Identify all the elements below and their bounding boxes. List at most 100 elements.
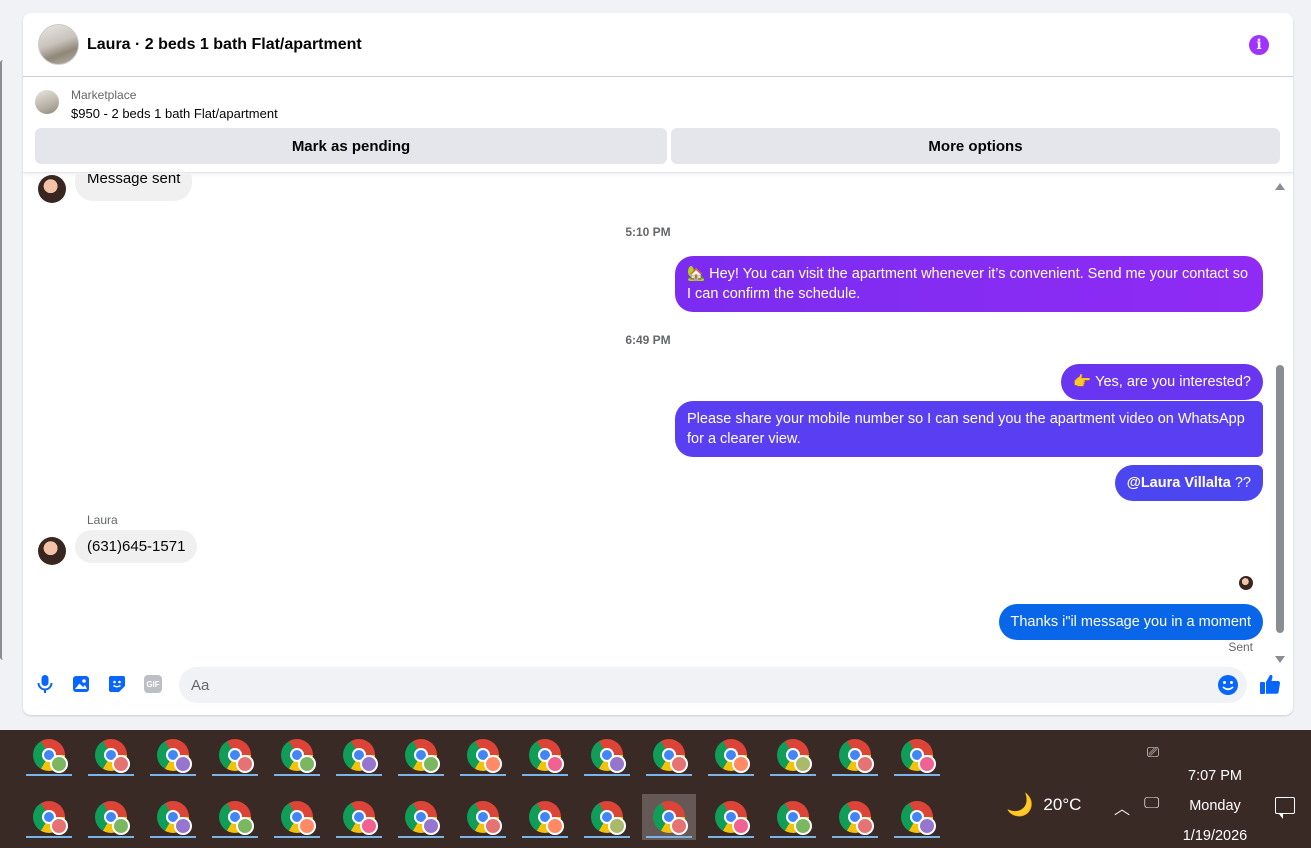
profile-badge-icon — [608, 817, 626, 835]
browser-window-icon[interactable] — [332, 732, 386, 778]
listing-avatar[interactable] — [38, 24, 79, 65]
open-window-indicator — [894, 774, 940, 776]
profile-badge-icon — [546, 755, 564, 773]
outgoing-message[interactable]: Thanks i"il message you in a moment — [998, 604, 1263, 640]
clock-day[interactable]: Monday — [1170, 798, 1260, 814]
browser-window-icon[interactable] — [518, 794, 572, 840]
browser-window-icon[interactable] — [394, 794, 448, 840]
open-window-indicator — [274, 836, 320, 838]
open-window-indicator — [88, 774, 134, 776]
profile-badge-icon — [794, 755, 812, 773]
open-window-indicator — [584, 774, 630, 776]
scroll-thumb[interactable] — [1276, 365, 1284, 633]
marketplace-bar: Marketplace $950 - 2 beds 1 bath Flat/ap… — [23, 77, 1293, 173]
open-window-indicator — [460, 836, 506, 838]
browser-window-icon[interactable] — [270, 732, 324, 778]
microphone-icon[interactable] — [34, 673, 56, 695]
profile-badge-icon — [608, 755, 626, 773]
incoming-message[interactable]: (631)645-1571 — [75, 530, 198, 563]
browser-window-icon[interactable] — [890, 794, 944, 840]
open-window-indicator — [584, 836, 630, 838]
outgoing-message[interactable]: 👉 Yes, are you interested? — [1061, 364, 1263, 400]
meet-now-icon[interactable]: ⎚ — [1147, 744, 1159, 761]
profile-badge-icon — [856, 755, 874, 773]
open-window-indicator — [770, 836, 816, 838]
browser-window-icon[interactable] — [704, 794, 758, 840]
browser-window-icon[interactable] — [270, 794, 324, 840]
message-input[interactable] — [179, 667, 1179, 703]
avatar[interactable] — [38, 175, 66, 203]
open-window-indicator — [770, 774, 816, 776]
profile-badge-icon — [360, 755, 378, 773]
open-window-indicator — [708, 836, 754, 838]
browser-window-icon[interactable] — [456, 732, 510, 778]
mark-as-pending-button[interactable]: Mark as pending — [35, 128, 667, 164]
scroll-up-arrow-icon[interactable] — [1275, 183, 1285, 190]
avatar[interactable] — [38, 537, 66, 565]
browser-window-icon[interactable] — [642, 794, 696, 840]
listing-thumbnail[interactable] — [35, 90, 59, 114]
network-icon[interactable]: 🖵 — [1144, 795, 1159, 813]
clock-time[interactable]: 7:07 PM — [1170, 768, 1260, 784]
browser-window-icon[interactable] — [642, 732, 696, 778]
browser-window-icon[interactable] — [890, 732, 944, 778]
browser-window-icon[interactable] — [208, 794, 262, 840]
profile-badge-icon — [732, 755, 750, 773]
browser-window-icon[interactable] — [766, 794, 820, 840]
browser-window-icon[interactable] — [332, 794, 386, 840]
message-text: ?? — [1230, 475, 1251, 491]
browser-window-icon[interactable] — [146, 794, 200, 840]
profile-badge-icon — [484, 817, 502, 835]
open-window-indicator — [832, 774, 878, 776]
browser-window-icon[interactable] — [580, 732, 634, 778]
notification-icon[interactable] — [1275, 797, 1295, 819]
profile-badge-icon — [918, 817, 936, 835]
outgoing-message[interactable]: 🏡 Hey! You can visit the apartment whene… — [675, 256, 1263, 312]
browser-window-icon[interactable] — [22, 732, 76, 778]
browser-window-icon[interactable] — [394, 732, 448, 778]
photo-icon[interactable] — [70, 673, 92, 695]
marketplace-label: Marketplace — [71, 88, 137, 102]
timestamp: 6:49 PM — [625, 333, 671, 347]
browser-window-icon[interactable] — [22, 794, 76, 840]
open-window-indicator — [150, 836, 196, 838]
listing-title[interactable]: $950 - 2 beds 1 bath Flat/apartment — [71, 106, 278, 121]
clock-date[interactable]: 1/19/2026 — [1170, 828, 1260, 844]
emoji-icon[interactable] — [1217, 674, 1239, 696]
profile-badge-icon — [918, 755, 936, 773]
outgoing-message[interactable]: @Laura Villalta ?? — [1114, 465, 1263, 501]
browser-window-icon[interactable] — [518, 732, 572, 778]
open-window-indicator — [150, 774, 196, 776]
info-icon[interactable]: i — [1249, 35, 1269, 55]
profile-badge-icon — [298, 817, 316, 835]
profile-badge-icon — [422, 755, 440, 773]
browser-window-icon[interactable] — [580, 794, 634, 840]
gif-icon[interactable]: GIF — [142, 673, 164, 695]
browser-window-icon[interactable] — [828, 732, 882, 778]
browser-window-icon[interactable] — [146, 732, 200, 778]
browser-window-icon[interactable] — [208, 732, 262, 778]
chevron-up-icon[interactable]: ︿ — [1114, 795, 1130, 819]
more-options-button[interactable]: More options — [671, 128, 1280, 164]
chat-title[interactable]: Laura · 2 beds 1 bath Flat/apartment — [87, 36, 362, 54]
browser-window-icon[interactable] — [766, 732, 820, 778]
mention-link[interactable]: @Laura Villalta — [1127, 475, 1231, 491]
incoming-message[interactable]: Message sent — [75, 174, 193, 201]
browser-window-icon[interactable] — [84, 794, 138, 840]
browser-window-icon[interactable] — [828, 794, 882, 840]
weather-widget[interactable]: 🌙 20°C — [1006, 792, 1081, 818]
scrollbar[interactable] — [1274, 183, 1286, 663]
browser-window-icon[interactable] — [84, 732, 138, 778]
house-emoji-icon: 🏡 — [687, 266, 706, 282]
open-window-indicator — [832, 836, 878, 838]
profile-badge-icon — [50, 755, 68, 773]
browser-window-icon[interactable] — [704, 732, 758, 778]
open-window-indicator — [398, 836, 444, 838]
sticker-icon[interactable] — [106, 673, 128, 695]
profile-badge-icon — [732, 817, 750, 835]
scroll-down-arrow-icon[interactable] — [1275, 656, 1285, 663]
open-window-indicator — [708, 774, 754, 776]
thumbs-up-icon[interactable] — [1259, 673, 1281, 695]
browser-window-icon[interactable] — [456, 794, 510, 840]
outgoing-message[interactable]: Please share your mobile number so I can… — [675, 401, 1263, 457]
